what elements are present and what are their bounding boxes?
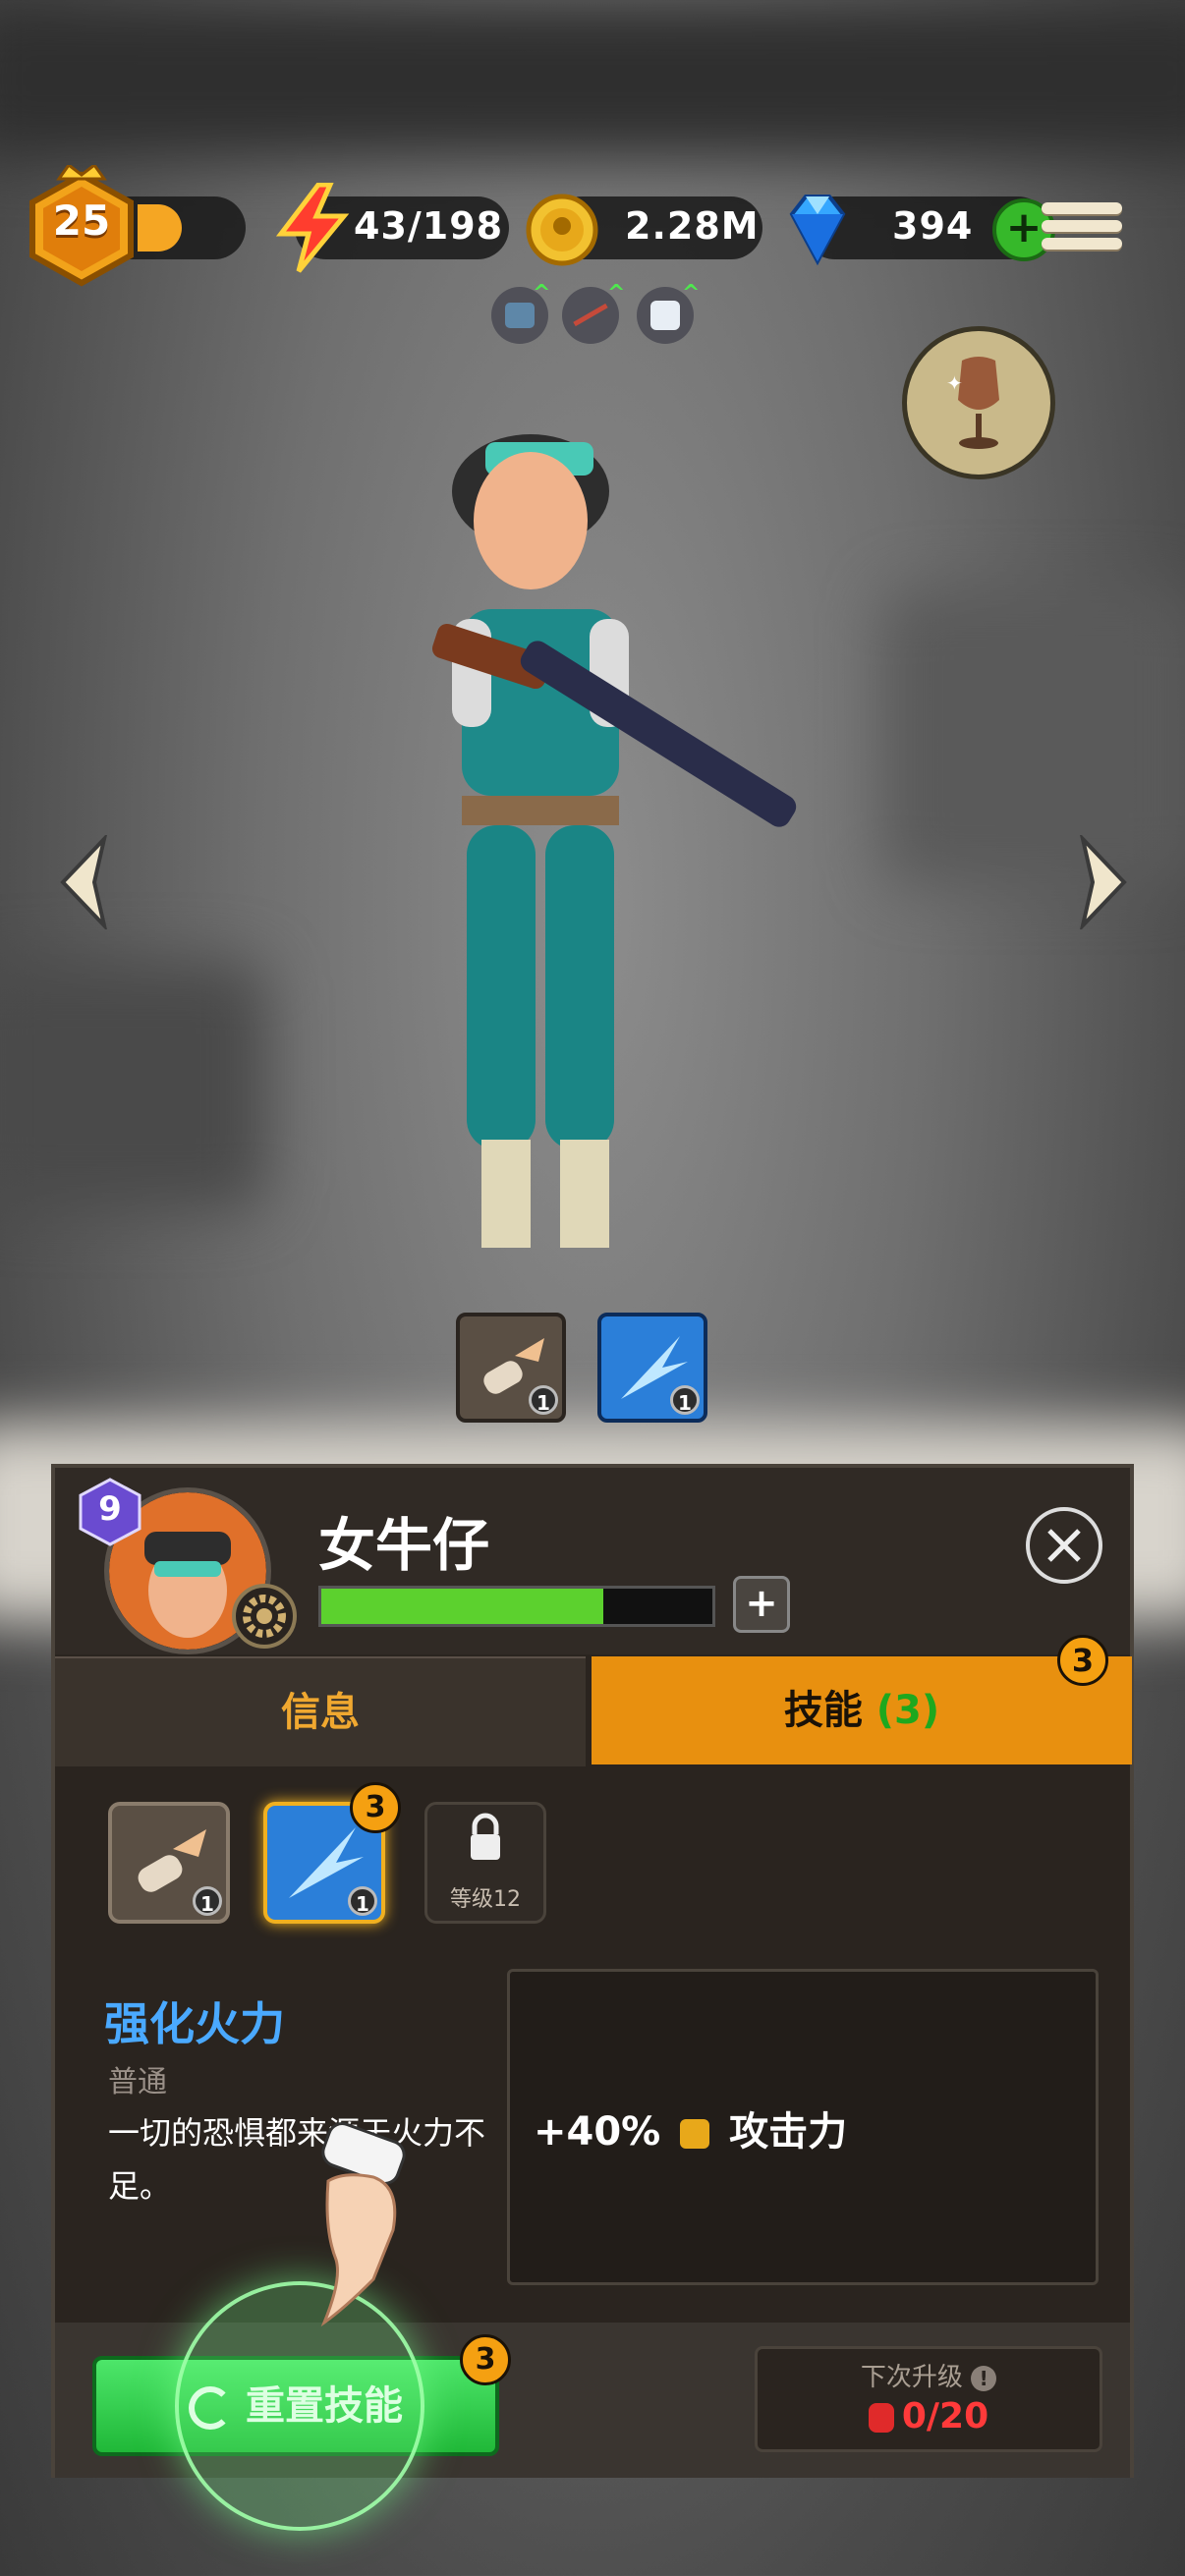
fist-icon bbox=[868, 2403, 894, 2433]
skill-name: 强化火力 bbox=[104, 1997, 285, 2050]
locked-skill-label: 等级12 bbox=[450, 1887, 521, 1912]
reset-skills-badge: 3 bbox=[460, 2334, 511, 2385]
equipped-skill-bullet[interactable]: 1 bbox=[456, 1313, 566, 1423]
hero-level: 9 bbox=[98, 1489, 122, 1529]
next-hero-arrow-icon[interactable] bbox=[1075, 835, 1130, 929]
previous-hero-arrow-icon[interactable] bbox=[57, 835, 112, 929]
skill-type: 普通 bbox=[108, 2065, 167, 2100]
next-upgrade-value: 0/20 bbox=[758, 2396, 1100, 2436]
coins-value: 2.28M bbox=[625, 204, 760, 248]
skill-level: 1 bbox=[193, 1886, 222, 1916]
gold-coin-icon bbox=[526, 194, 598, 266]
skill-upgrade-badge: 3 bbox=[350, 1782, 401, 1833]
lock-icon bbox=[471, 1813, 500, 1860]
attack-icon bbox=[680, 2119, 710, 2149]
skill-level: 1 bbox=[670, 1385, 700, 1415]
skill-effect: +40% 攻击力 bbox=[534, 2100, 847, 2156]
player-level: 25 bbox=[52, 196, 111, 245]
add-progress-button[interactable]: + bbox=[733, 1576, 790, 1633]
upgrade-arrow-icon: ^ bbox=[607, 281, 626, 306]
tab-skills[interactable]: 技能 (3) bbox=[592, 1656, 1132, 1764]
tab-info[interactable]: 信息 bbox=[55, 1656, 586, 1766]
diamond-icon bbox=[789, 195, 846, 266]
tab-skills-label: 技能 bbox=[783, 1688, 876, 1733]
menu-icon[interactable] bbox=[1042, 196, 1122, 261]
skill-level: 1 bbox=[348, 1886, 377, 1916]
tab-skills-count: (3) bbox=[875, 1688, 940, 1733]
outfit-button[interactable]: ✦ bbox=[902, 326, 1055, 479]
close-icon[interactable] bbox=[1026, 1507, 1102, 1584]
hero-character bbox=[431, 434, 797, 1248]
background-blur bbox=[0, 0, 1185, 157]
skill-slot-locked[interactable]: 等级12 bbox=[424, 1802, 546, 1924]
equipped-skill-blue-shot[interactable]: 1 bbox=[597, 1313, 707, 1423]
tutorial-hand-icon bbox=[320, 2122, 406, 2327]
background-blur bbox=[884, 589, 1185, 884]
tab-skills-badge: 3 bbox=[1057, 1635, 1108, 1686]
upgrade-arrow-icon: ^ bbox=[682, 281, 701, 306]
next-upgrade-box: 下次升级 ! 0/20 bbox=[755, 2346, 1102, 2452]
info-icon[interactable]: ! bbox=[971, 2366, 997, 2391]
mannequin-icon: ✦ bbox=[946, 357, 999, 449]
svg-text:✦: ✦ bbox=[946, 371, 963, 395]
gear-icon[interactable] bbox=[232, 1584, 297, 1649]
gems-value: 394 bbox=[892, 204, 974, 248]
effect-value: +40% bbox=[534, 2109, 661, 2155]
skill-level: 1 bbox=[529, 1385, 558, 1415]
skill-effect-box: +40% 攻击力 bbox=[507, 1969, 1099, 2285]
hero-progress-fill bbox=[321, 1589, 603, 1624]
upgrade-arrow-icon: ^ bbox=[533, 281, 551, 306]
lightning-icon bbox=[275, 183, 350, 273]
hero-progress-bar bbox=[318, 1586, 715, 1627]
energy-value: 43/198 bbox=[354, 204, 504, 248]
background-blur bbox=[0, 963, 265, 1208]
effect-stat: 攻击力 bbox=[729, 2109, 848, 2155]
skill-slot-bullet[interactable]: 1 bbox=[108, 1802, 230, 1924]
next-upgrade-label: 下次升级 ! bbox=[758, 2357, 1100, 2393]
hero-name: 女牛仔 bbox=[318, 1512, 490, 1579]
